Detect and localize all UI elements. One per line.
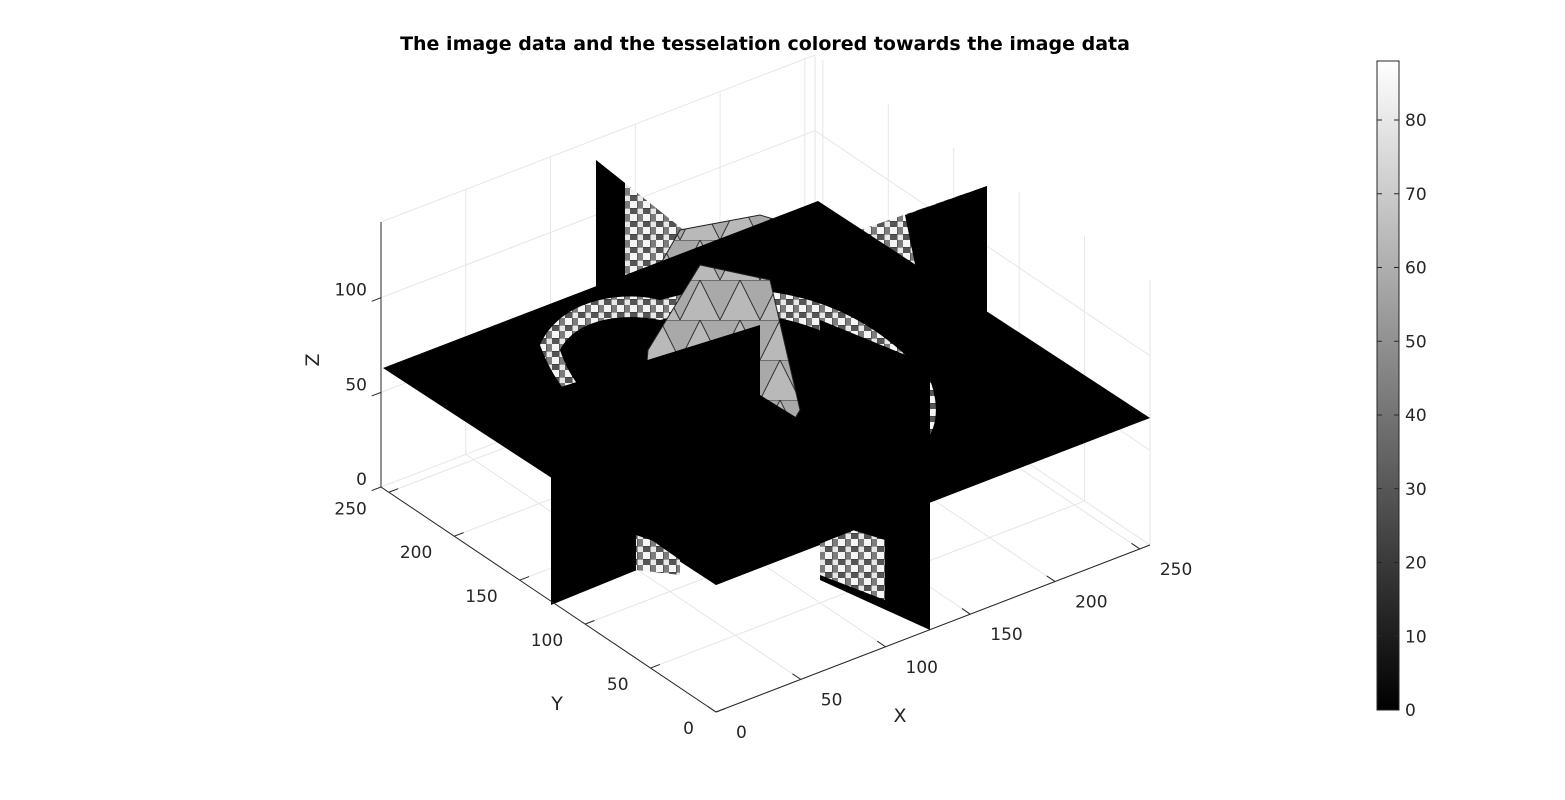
x-tick-mark (792, 673, 802, 680)
z-tick-mark (371, 486, 382, 492)
x-tick-mark (876, 640, 886, 648)
x-tick-label: 50 (821, 690, 843, 710)
x-tick-mark (707, 706, 717, 713)
colorbar-scale (1376, 60, 1400, 711)
y-tick-label: 50 (607, 675, 629, 695)
x-tick-mark (1046, 575, 1056, 582)
y-tick-mark (519, 576, 530, 581)
colorbar-tick-label: 60 (1405, 259, 1427, 279)
x-tick-mark (961, 608, 971, 615)
colorbar-tick-label: 70 (1405, 185, 1427, 205)
slice-planes (383, 160, 1150, 630)
y-tick-mark (388, 488, 399, 493)
y-tick-label: 250 (334, 499, 366, 519)
x-tick-label: 0 (736, 723, 747, 743)
x-axis-label: X (893, 705, 906, 727)
z-tick-mark (371, 297, 382, 302)
z-tick-mark (371, 391, 382, 397)
x-axis-line (715, 544, 1151, 713)
colorbar-tick-label: 50 (1405, 332, 1427, 352)
y-tick-mark (584, 620, 595, 625)
colorbar-tick-label: 0 (1405, 701, 1416, 721)
y-tick-label: 100 (531, 631, 563, 651)
figure: The image data and the tesselation color… (302, 33, 1427, 743)
colorbar-tick-label: 30 (1405, 480, 1427, 500)
y-tick-label: 200 (400, 543, 432, 563)
y-tick-mark (715, 707, 726, 713)
colorbar-tick-label: 20 (1405, 554, 1427, 574)
x-tick-label: 200 (1075, 593, 1107, 613)
chart-title: The image data and the tesselation color… (400, 33, 1130, 55)
colorbar: 0 10 20 30 40 50 60 70 80 (1376, 60, 1427, 721)
y-tick-mark (650, 663, 661, 669)
x-tick-label: 100 (906, 658, 938, 678)
colorbar-tick-label: 10 (1405, 627, 1427, 647)
z-tick-label: 50 (345, 375, 367, 395)
y-tick-label: 0 (683, 719, 694, 739)
colorbar-tick-label: 80 (1405, 111, 1427, 131)
z-tick-label: 100 (335, 281, 367, 301)
colorbar-tick-label: 40 (1405, 406, 1427, 426)
x-tick-label: 250 (1160, 560, 1192, 580)
y-tick-label: 150 (465, 587, 497, 607)
x-tick-label: 150 (990, 625, 1022, 645)
x-tick-mark (1131, 542, 1141, 550)
z-axis-label: Z (302, 353, 324, 366)
z-tick-label: 0 (356, 470, 367, 490)
y-tick-mark (454, 532, 464, 537)
y-axis-label: Y (550, 693, 563, 715)
